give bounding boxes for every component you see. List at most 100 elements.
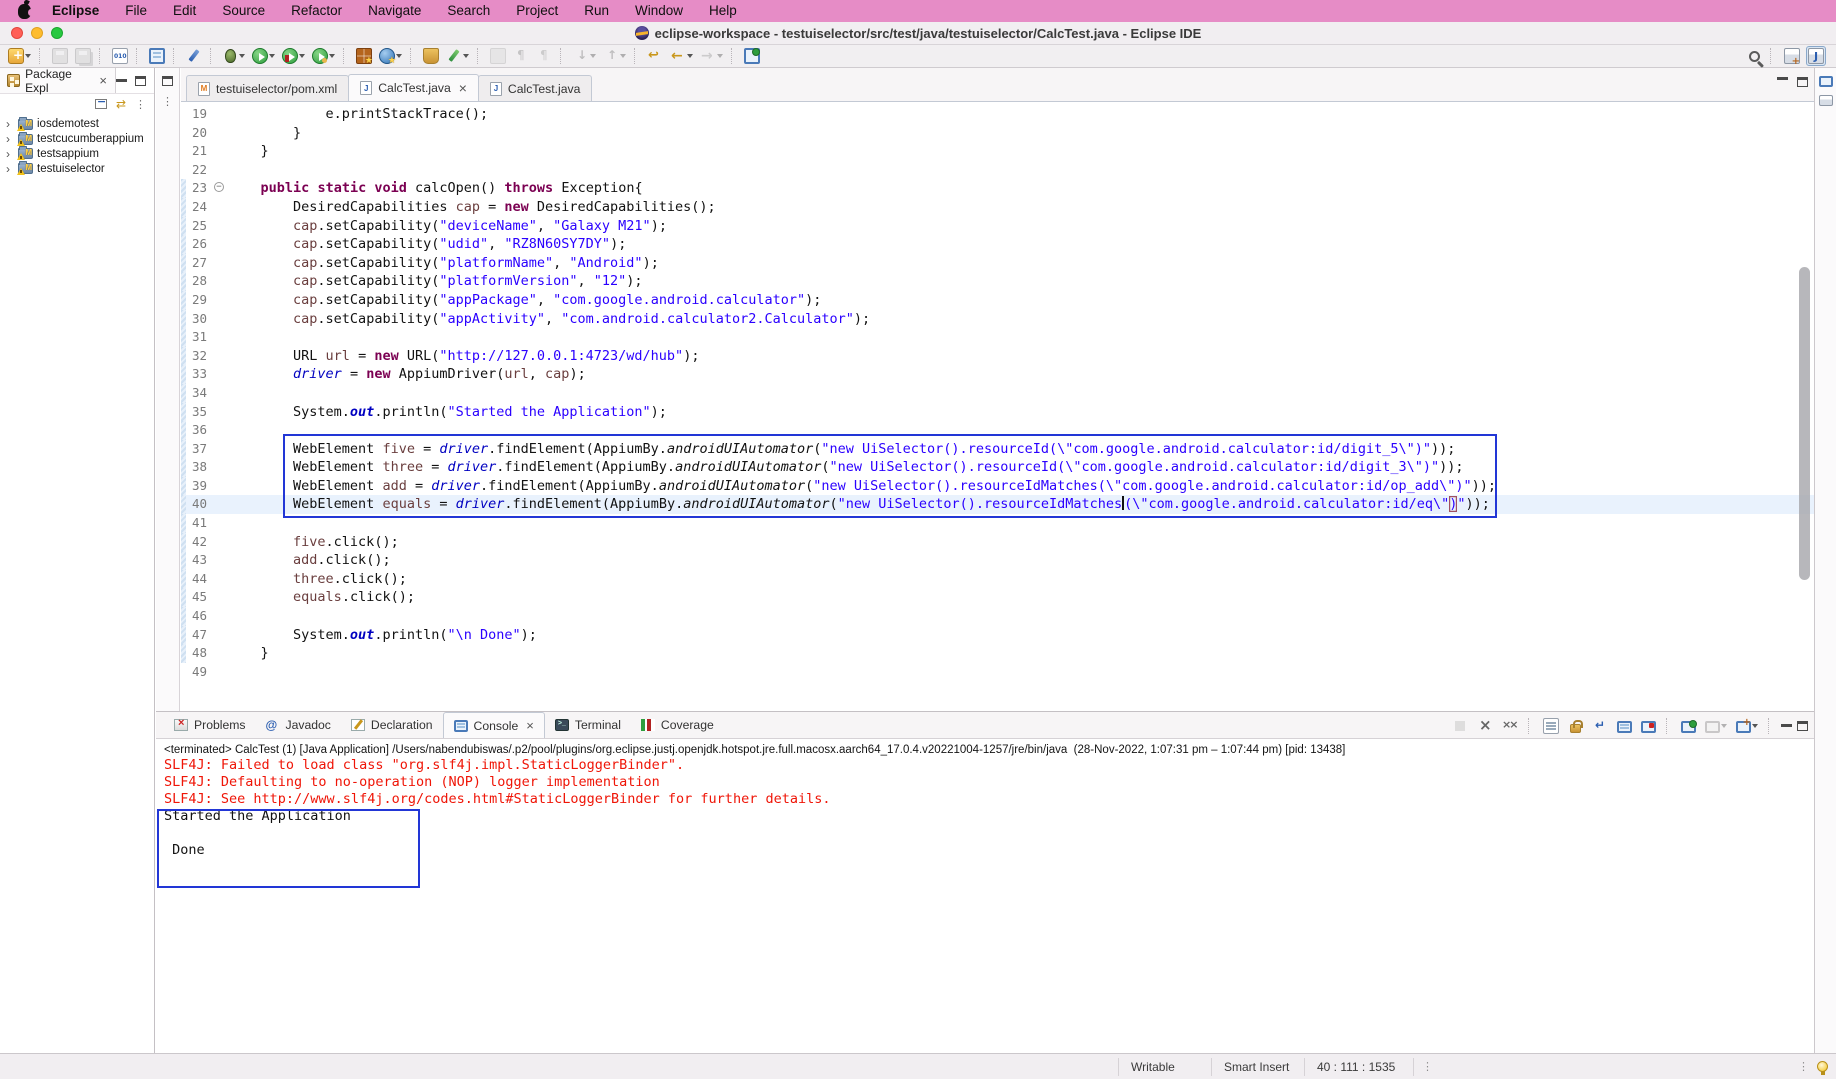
tab-terminal[interactable]: Terminal — [545, 712, 631, 738]
save-all-icon[interactable] — [73, 46, 93, 66]
tab-package-explorer[interactable]: Package Expl × — [0, 68, 116, 93]
close-tab-icon[interactable]: × — [524, 719, 534, 732]
chevron-right-icon[interactable]: › — [6, 118, 14, 130]
previous-annotation-icon[interactable] — [601, 46, 628, 66]
show-paragraph-icon[interactable] — [534, 46, 554, 66]
code-line-32[interactable]: 32 URL url = new URL("http://127.0.0.1:4… — [181, 347, 1814, 366]
tab-declaration[interactable]: Declaration — [341, 712, 443, 738]
terminate-icon[interactable] — [1450, 716, 1470, 736]
maximize-editor-icon[interactable] — [1797, 77, 1808, 87]
code-line-21[interactable]: 21 } — [181, 142, 1814, 161]
code-line-29[interactable]: 29 cap.setCapability("appPackage", "com.… — [181, 291, 1814, 310]
statusbar-right-dots-icon[interactable]: ⋮ — [1798, 1060, 1809, 1073]
collapse-all-icon[interactable] — [95, 99, 107, 109]
new-junit-test-icon[interactable] — [354, 46, 374, 66]
code-line-49[interactable]: 49 — [181, 663, 1814, 682]
maximize-view-icon[interactable] — [135, 76, 146, 86]
code-line-19[interactable]: 19 e.printStackTrace(); — [181, 105, 1814, 124]
mark-occurrences-icon[interactable] — [488, 46, 508, 66]
remove-launch-icon[interactable] — [1475, 716, 1495, 736]
code-line-27[interactable]: 27 cap.setCapability("platformName", "An… — [181, 254, 1814, 273]
menu-help[interactable]: Help — [696, 0, 750, 22]
restore-view-icon[interactable] — [162, 76, 173, 86]
new-element-pen-icon[interactable] — [444, 46, 471, 66]
profile-icon[interactable] — [310, 46, 337, 66]
code-line-26[interactable]: 26 cap.setCapability("udid", "RZ8N60SY7D… — [181, 235, 1814, 254]
coverage-icon[interactable] — [280, 46, 307, 66]
code-line-31[interactable]: 31 — [181, 328, 1814, 347]
open-console-view-icon[interactable] — [147, 46, 167, 66]
last-edit-location-icon[interactable] — [645, 46, 665, 66]
back-icon[interactable] — [668, 46, 695, 66]
java-perspective-icon[interactable] — [1806, 46, 1826, 66]
tab-coverage[interactable]: Coverage — [631, 712, 724, 738]
menu-navigate[interactable]: Navigate — [355, 0, 434, 22]
code-line-44[interactable]: 44 three.click(); — [181, 570, 1814, 589]
scroll-lock-icon[interactable] — [1566, 717, 1585, 735]
pin-editor-icon[interactable] — [742, 46, 762, 66]
code-line-30[interactable]: 30 cap.setCapability("appActivity", "com… — [181, 310, 1814, 329]
project-testuiselector[interactable]: ›Mtestuiselector — [0, 161, 154, 176]
show-whitespace-icon[interactable] — [511, 46, 531, 66]
editor-tab-testuiselector-pom-xml[interactable]: Mtestuiselector/pom.xml — [186, 75, 349, 101]
new-wizard-icon[interactable] — [6, 46, 33, 66]
tab-javadoc[interactable]: Javadoc — [255, 712, 340, 738]
menu-run[interactable]: Run — [571, 0, 622, 22]
code-line-47[interactable]: 47 System.out.println("\n Done"); — [181, 626, 1814, 645]
editor-scrollbar-thumb[interactable] — [1799, 267, 1810, 580]
apple-menu-icon[interactable] — [18, 4, 31, 19]
chevron-right-icon[interactable]: › — [6, 133, 14, 145]
lightbulb-icon[interactable] — [1817, 1061, 1828, 1072]
clear-console-icon[interactable] — [1541, 716, 1561, 736]
minimize-editor-icon[interactable] — [1777, 77, 1788, 81]
menu-window[interactable]: Window — [622, 0, 696, 22]
link-with-editor-icon[interactable]: ⇄ — [116, 98, 126, 110]
menu-search[interactable]: Search — [434, 0, 503, 22]
code-line-35[interactable]: 35 System.out.println("Started the Appli… — [181, 403, 1814, 422]
minimize-view-icon[interactable] — [116, 79, 127, 83]
close-view-icon[interactable]: × — [98, 74, 108, 87]
project-iosdemotest[interactable]: ›Miosdemotest — [0, 117, 154, 132]
run-icon[interactable] — [250, 46, 277, 66]
chevron-right-icon[interactable]: › — [6, 148, 14, 160]
chevron-right-icon[interactable]: › — [6, 163, 14, 175]
editor-tab-calctest-java[interactable]: JCalcTest.java — [478, 75, 592, 101]
code-line-33[interactable]: 33 driver = new AppiumDriver(url, cap); — [181, 365, 1814, 384]
statusbar-dots-icon[interactable]: ⋮ — [1422, 1060, 1433, 1073]
menu-project[interactable]: Project — [503, 0, 571, 22]
view-menu-icon[interactable]: ⋮ — [135, 99, 146, 110]
next-annotation-icon[interactable] — [571, 46, 598, 66]
fold-collapse-icon[interactable]: − — [214, 182, 224, 192]
code-line-42[interactable]: 42 five.click(); — [181, 533, 1814, 552]
menu-edit[interactable]: Edit — [160, 0, 209, 22]
minimized-view-icon[interactable] — [1819, 76, 1833, 87]
strip-menu-icon[interactable]: ⋮ — [162, 96, 173, 107]
open-web-browser-icon[interactable] — [377, 46, 404, 66]
save-icon[interactable] — [50, 46, 70, 66]
code-line-48[interactable]: 48 } — [181, 644, 1814, 663]
code-line-24[interactable]: 24 DesiredCapabilities cap = new Desired… — [181, 198, 1814, 217]
open-perspective-icon[interactable] — [1782, 46, 1802, 66]
project-testcucumberappium[interactable]: ›Mtestcucumberappium — [0, 132, 154, 147]
forward-icon[interactable] — [698, 46, 725, 66]
open-console-icon[interactable] — [1734, 717, 1760, 735]
close-tab-icon[interactable]: × — [457, 81, 467, 95]
console-view[interactable]: <terminated> CalcTest (1) [Java Applicat… — [156, 739, 1814, 1054]
tab-problems[interactable]: Problems — [164, 712, 255, 738]
tab-console[interactable]: Console× — [443, 712, 545, 738]
project-testsappium[interactable]: ›Mtestsappium — [0, 147, 154, 162]
code-line-25[interactable]: 25 cap.setCapability("deviceName", "Gala… — [181, 217, 1814, 236]
code-line-22[interactable]: 22 — [181, 161, 1814, 180]
code-line-23[interactable]: 23− public static void calcOpen() throws… — [181, 179, 1814, 198]
show-stderr-icon[interactable] — [1639, 717, 1658, 735]
format-pen-icon[interactable] — [184, 46, 204, 66]
minimized-outline-icon[interactable] — [1819, 95, 1833, 106]
code-line-46[interactable]: 46 — [181, 607, 1814, 626]
code-line-43[interactable]: 43 add.click(); — [181, 551, 1814, 570]
open-type-icon[interactable] — [421, 46, 441, 66]
pin-console-icon[interactable] — [1679, 717, 1698, 735]
code-line-28[interactable]: 28 cap.setCapability("platformVersion", … — [181, 272, 1814, 291]
menu-file[interactable]: File — [112, 0, 160, 22]
code-editor[interactable]: 19 e.printStackTrace();20 }21 }2223− pub… — [181, 102, 1814, 710]
display-console-icon[interactable] — [1703, 717, 1729, 735]
